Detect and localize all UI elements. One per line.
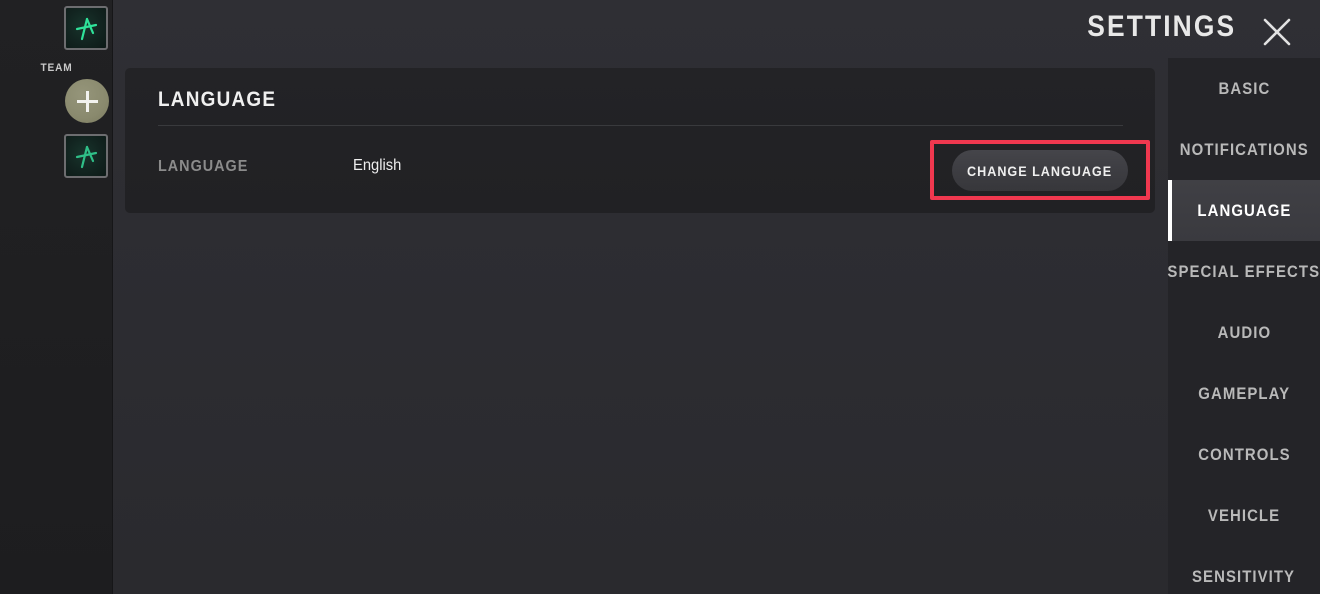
left-rail: TEAM — [0, 0, 113, 594]
team-avatar-icon — [75, 145, 98, 169]
nav-item-label: CONTROLS — [1197, 444, 1291, 464]
highlight-annotation — [930, 140, 1150, 200]
nav-item-label: SPECIAL EFFECTS — [1167, 261, 1320, 281]
nav-item-label: AUDIO — [1217, 322, 1271, 342]
language-row-label: LANGUAGE — [158, 158, 249, 175]
nav-item-notifications[interactable]: NOTIFICATIONS — [1168, 119, 1320, 180]
nav-item-label: VEHICLE — [1207, 505, 1281, 525]
close-icon — [1263, 18, 1291, 46]
team-label: TEAM — [40, 62, 73, 74]
nav-item-sensitivity[interactable]: SENSITIVITY — [1168, 546, 1320, 594]
title-bar: SETTINGS — [113, 0, 1320, 58]
close-button[interactable] — [1258, 13, 1296, 51]
nav-item-label: GAMEPLAY — [1198, 383, 1290, 403]
language-row-value: English — [353, 157, 402, 174]
nav-item-label: NOTIFICATIONS — [1179, 139, 1309, 159]
settings-nav: BASIC NOTIFICATIONS LANGUAGE SPECIAL EFF… — [1168, 58, 1320, 594]
nav-item-controls[interactable]: CONTROLS — [1168, 424, 1320, 485]
team-avatar-secondary[interactable] — [64, 134, 108, 178]
settings-screen: TEAM SETTINGS LANGUAGE LANGUAGE English … — [0, 0, 1320, 594]
nav-item-vehicle[interactable]: VEHICLE — [1168, 485, 1320, 546]
nav-item-basic[interactable]: BASIC — [1168, 58, 1320, 119]
team-avatar-primary[interactable] — [64, 6, 108, 50]
nav-item-language[interactable]: LANGUAGE — [1168, 180, 1320, 241]
nav-item-gameplay[interactable]: GAMEPLAY — [1168, 363, 1320, 424]
add-teammate-button[interactable] — [65, 79, 109, 123]
panel-divider — [158, 125, 1123, 126]
nav-item-label: BASIC — [1218, 78, 1270, 98]
nav-item-audio[interactable]: AUDIO — [1168, 302, 1320, 363]
page-title: SETTINGS — [1087, 10, 1236, 43]
plus-icon-bar — [76, 99, 98, 103]
team-avatar-icon — [75, 17, 98, 41]
nav-item-label: SENSITIVITY — [1192, 566, 1296, 586]
nav-item-label: LANGUAGE — [1196, 200, 1292, 220]
nav-item-special-effects[interactable]: SPECIAL EFFECTS — [1168, 241, 1320, 302]
panel-title: LANGUAGE — [158, 88, 277, 111]
